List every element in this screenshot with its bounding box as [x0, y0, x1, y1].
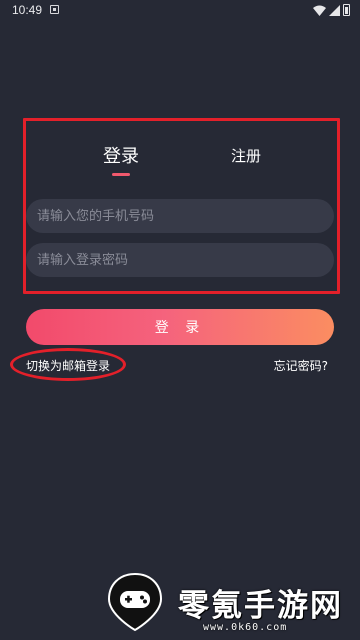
switch-to-email-link[interactable]: 切换为邮箱登录: [26, 357, 110, 374]
watermark-url: www.0k60.com: [203, 622, 288, 633]
login-button[interactable]: 登 录: [26, 309, 334, 345]
wifi-icon: [313, 5, 326, 16]
forgot-password-link[interactable]: 忘记密码?: [274, 357, 328, 374]
watermark: 零氪手游网 www.0k60.com: [105, 572, 350, 640]
tab-register[interactable]: 注册: [231, 145, 261, 166]
status-time: 10:49: [12, 3, 43, 17]
tab-login[interactable]: 登录: [103, 142, 139, 168]
watermark-title: 零氪手游网: [178, 588, 343, 624]
status-icons: [313, 4, 350, 16]
login-screen: 10:49 登录 注册 登 录 切换为邮箱登录 忘记密码?: [0, 0, 360, 640]
active-tab-indicator: [112, 173, 130, 176]
password-input[interactable]: [26, 243, 334, 277]
phone-input[interactable]: [26, 199, 334, 233]
notification-icon: [50, 5, 59, 14]
gamepad-pin-icon: [107, 572, 163, 632]
status-bar: 10:49: [0, 0, 360, 22]
battery-icon: [343, 4, 350, 16]
signal-icon: [329, 4, 340, 16]
auth-tabs: 登录 注册: [26, 142, 334, 178]
